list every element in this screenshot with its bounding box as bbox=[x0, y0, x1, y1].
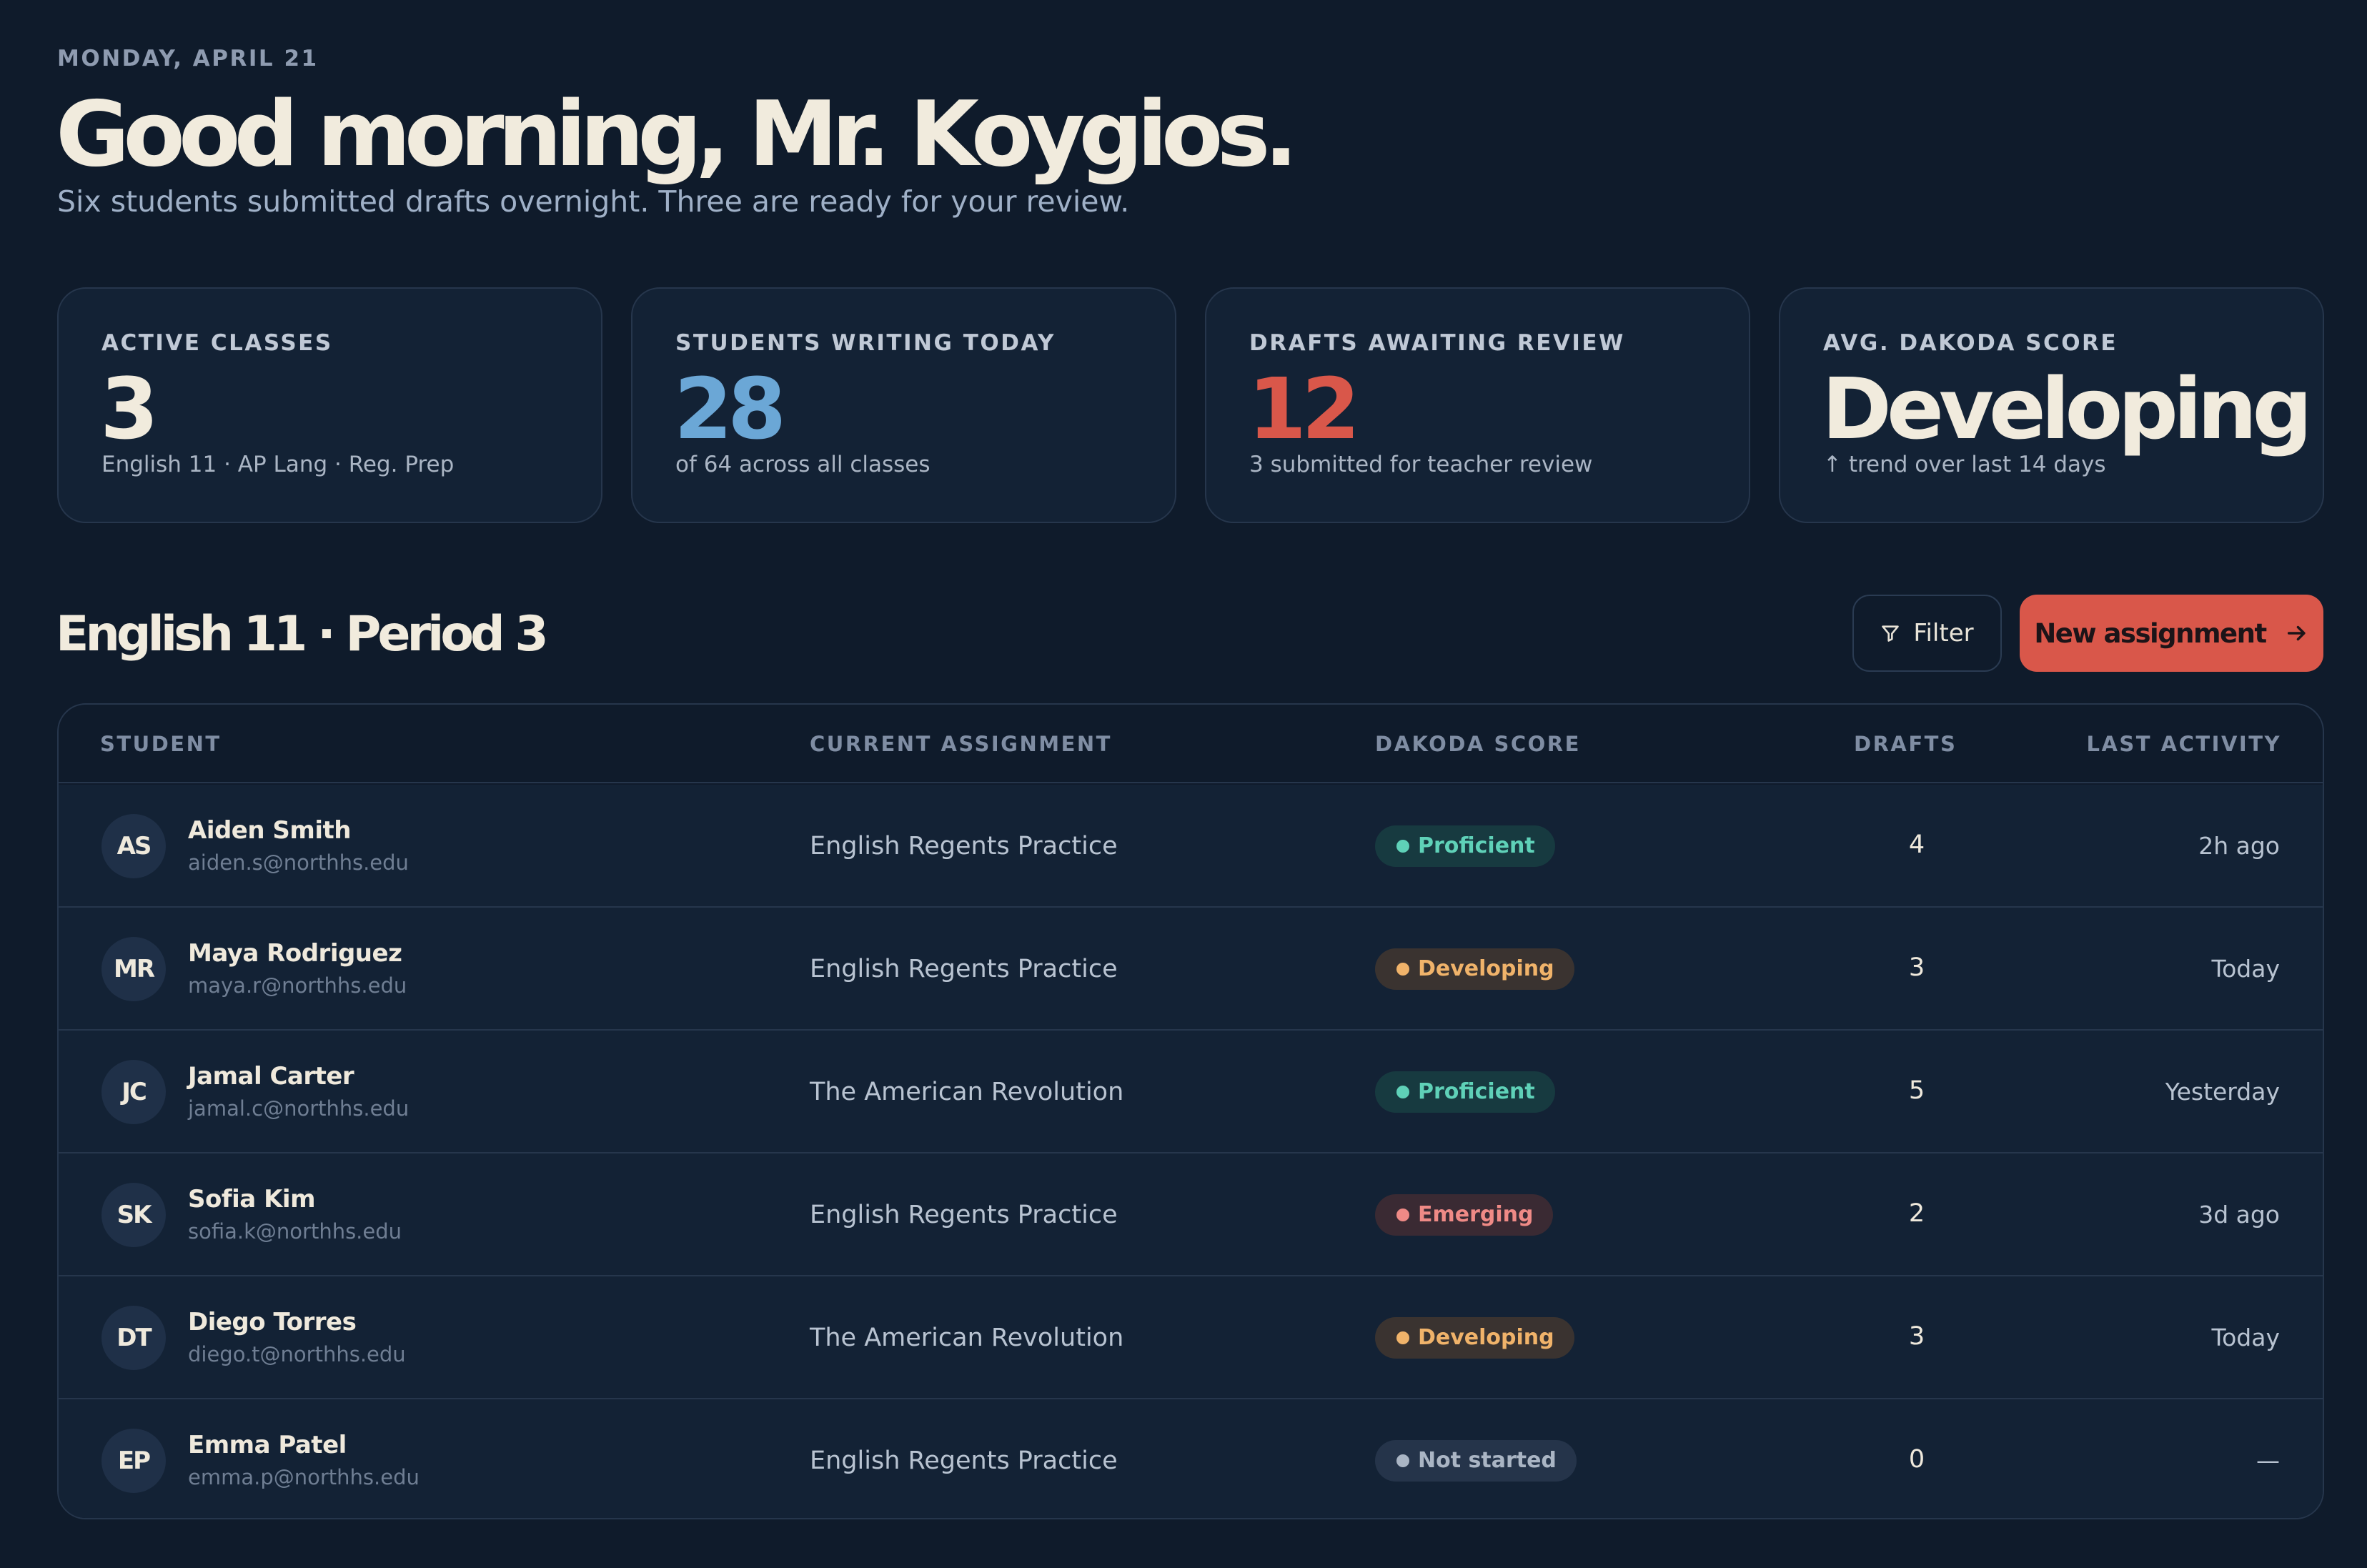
greeting-subtitle: Six students submitted drafts overnight.… bbox=[57, 184, 1130, 219]
table-row[interactable]: JC Jamal Carter jamal.c@northhs.edu The … bbox=[59, 1031, 2323, 1153]
stat-value: Developing bbox=[1822, 359, 2313, 458]
score-badge: Proficient bbox=[1375, 1071, 1555, 1113]
column-header-drafts[interactable]: DRAFTS bbox=[1854, 732, 1957, 756]
assignment-name[interactable]: English Regents Practice bbox=[810, 1201, 1118, 1229]
stat-caption: 3 submitted for teacher review bbox=[1249, 452, 1593, 477]
score-badge: Developing bbox=[1375, 1317, 1574, 1359]
stat-card-students-writing: STUDENTS WRITING TODAY 28 of 64 across a… bbox=[631, 287, 1176, 523]
score-badge: Proficient bbox=[1375, 825, 1555, 867]
student-name[interactable]: Jamal Carter bbox=[188, 1062, 354, 1091]
student-email: sofia.k@northhs.edu bbox=[188, 1219, 402, 1244]
stat-caption: ↑ trend over last 14 days bbox=[1823, 452, 2106, 477]
stat-label: AVG. DAKODA SCORE bbox=[1823, 330, 2118, 356]
column-header-student[interactable]: STUDENT bbox=[100, 732, 222, 756]
last-activity: 3d ago bbox=[2198, 1201, 2280, 1229]
avatar: SK bbox=[101, 1183, 166, 1247]
table-row[interactable]: DT Diego Torres diego.t@northhs.edu The … bbox=[59, 1276, 2323, 1399]
score-badge: Not started bbox=[1375, 1440, 1577, 1482]
score-badge: Developing bbox=[1375, 948, 1574, 990]
students-table: STUDENT CURRENT ASSIGNMENT DAKODA SCORE … bbox=[57, 703, 2324, 1519]
assignment-name[interactable]: English Regents Practice bbox=[810, 832, 1118, 860]
table-row[interactable]: EP Emma Patel emma.p@northhs.edu English… bbox=[59, 1399, 2323, 1518]
stat-value: 12 bbox=[1248, 359, 1360, 458]
avatar: EP bbox=[101, 1429, 166, 1493]
drafts-count: 0 bbox=[1908, 1445, 1925, 1474]
stat-value: 28 bbox=[674, 359, 786, 458]
last-activity: Today bbox=[2211, 955, 2280, 983]
current-date: MONDAY, APRIL 21 bbox=[57, 46, 319, 71]
filter-button[interactable]: Filter bbox=[1852, 595, 2002, 672]
assignment-name[interactable]: English Regents Practice bbox=[810, 955, 1118, 983]
avatar: AS bbox=[101, 814, 166, 878]
table-row[interactable]: MR Maya Rodriguez maya.r@northhs.edu Eng… bbox=[59, 908, 2323, 1031]
last-activity: Today bbox=[2211, 1324, 2280, 1351]
column-header-score[interactable]: DAKODA SCORE bbox=[1375, 732, 1581, 756]
student-email: jamal.c@northhs.edu bbox=[188, 1096, 410, 1121]
arrow-right-icon bbox=[2287, 625, 2306, 641]
stat-card-avg-score: AVG. DAKODA SCORE Developing ↑ trend ove… bbox=[1779, 287, 2324, 523]
stat-card-drafts-awaiting: DRAFTS AWAITING REVIEW 12 3 submitted fo… bbox=[1205, 287, 1750, 523]
drafts-count: 4 bbox=[1908, 830, 1925, 859]
stats-row: ACTIVE CLASSES 3 English 11 · AP Lang · … bbox=[57, 287, 2324, 523]
filter-button-label: Filter bbox=[1913, 619, 1974, 647]
drafts-count: 3 bbox=[1908, 1322, 1925, 1351]
avatar: DT bbox=[101, 1306, 166, 1370]
filter-icon bbox=[1882, 625, 1900, 642]
teacher-dashboard: MONDAY, APRIL 21 Good morning, Mr. Koygi… bbox=[0, 0, 2367, 1568]
drafts-count: 5 bbox=[1908, 1076, 1925, 1105]
column-header-last-activity[interactable]: LAST ACTIVITY bbox=[2086, 732, 2281, 756]
table-row[interactable]: AS Aiden Smith aiden.s@northhs.edu Engli… bbox=[59, 785, 2323, 908]
student-name[interactable]: Diego Torres bbox=[188, 1308, 357, 1336]
drafts-count: 3 bbox=[1908, 953, 1925, 982]
last-activity: — bbox=[2256, 1447, 2280, 1474]
table-header: STUDENT CURRENT ASSIGNMENT DAKODA SCORE … bbox=[59, 705, 2323, 783]
drafts-count: 2 bbox=[1908, 1199, 1925, 1228]
student-name[interactable]: Aiden Smith bbox=[188, 816, 351, 845]
student-name[interactable]: Sofia Kim bbox=[188, 1185, 316, 1214]
avatar: MR bbox=[101, 937, 166, 1001]
table-row[interactable]: SK Sofia Kim sofia.k@northhs.edu English… bbox=[59, 1153, 2323, 1276]
stat-label: DRAFTS AWAITING REVIEW bbox=[1249, 330, 1625, 356]
student-email: maya.r@northhs.edu bbox=[188, 973, 407, 998]
greeting-heading: Good morning, Mr. Koygios. bbox=[56, 81, 1298, 187]
assignment-name[interactable]: The American Revolution bbox=[810, 1324, 1123, 1352]
stat-label: STUDENTS WRITING TODAY bbox=[675, 330, 1056, 356]
stat-label: ACTIVE CLASSES bbox=[101, 330, 333, 356]
stat-caption: of 64 across all classes bbox=[675, 452, 931, 477]
new-assignment-label: New assignment bbox=[2034, 617, 2267, 649]
stat-value: 3 bbox=[100, 359, 159, 458]
student-email: diego.t@northhs.edu bbox=[188, 1342, 406, 1366]
last-activity: 2h ago bbox=[2198, 832, 2280, 860]
column-header-assignment[interactable]: CURRENT ASSIGNMENT bbox=[810, 732, 1112, 756]
student-name[interactable]: Maya Rodriguez bbox=[188, 939, 402, 968]
student-email: aiden.s@northhs.edu bbox=[188, 850, 409, 875]
stat-card-active-classes: ACTIVE CLASSES 3 English 11 · AP Lang · … bbox=[57, 287, 602, 523]
student-name[interactable]: Emma Patel bbox=[188, 1431, 347, 1459]
new-assignment-button[interactable]: New assignment bbox=[2020, 595, 2323, 672]
score-badge: Emerging bbox=[1375, 1194, 1554, 1236]
assignment-name[interactable]: The American Revolution bbox=[810, 1078, 1123, 1106]
last-activity: Yesterday bbox=[2165, 1078, 2280, 1106]
avatar: JC bbox=[101, 1060, 166, 1124]
stat-caption: English 11 · AP Lang · Reg. Prep bbox=[101, 452, 455, 477]
class-section-title: English 11 · Period 3 bbox=[56, 606, 549, 663]
assignment-name[interactable]: English Regents Practice bbox=[810, 1447, 1118, 1475]
student-email: emma.p@northhs.edu bbox=[188, 1465, 420, 1489]
